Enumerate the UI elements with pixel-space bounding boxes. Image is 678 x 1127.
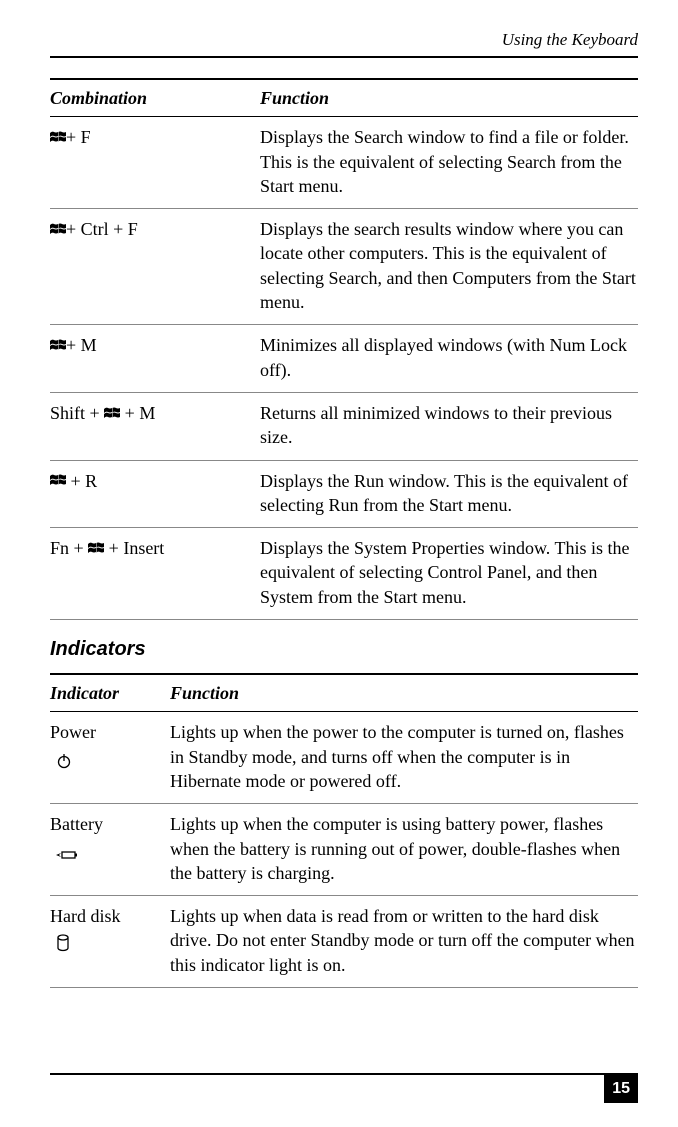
function-cell: Displays the Search window to find a fil… — [260, 125, 638, 198]
combo-prefix: Shift + — [50, 403, 104, 423]
table-row: Battery Lights up when the computer is u… — [50, 804, 638, 896]
table2-header-row: Indicator Function — [50, 673, 638, 712]
table1-header-function: Function — [260, 86, 638, 110]
combo-text: + R — [66, 471, 97, 491]
combo-cell: Shift + + M — [50, 401, 260, 450]
windows-key-icon — [50, 126, 66, 150]
table-row: + F Displays the Search window to find a… — [50, 117, 638, 209]
combo-text: + Insert — [104, 538, 164, 558]
page-header: Using the Keyboard — [50, 30, 638, 58]
combo-cell: + R — [50, 469, 260, 518]
indicator-label: Battery — [50, 812, 170, 836]
windows-key-icon — [50, 218, 66, 242]
table-row: + R Displays the Run window. This is the… — [50, 461, 638, 529]
table-row: Power Lights up when the power to the co… — [50, 712, 638, 804]
function-cell: Minimizes all displayed windows (with Nu… — [260, 333, 638, 382]
windows-key-icon — [104, 402, 120, 426]
function-cell: Lights up when the power to the computer… — [170, 720, 638, 793]
combo-cell: Fn + + Insert — [50, 536, 260, 609]
function-cell: Lights up when data is read from or writ… — [170, 904, 638, 977]
table-row: + M Minimizes all displayed windows (wit… — [50, 325, 638, 393]
harddisk-icon — [56, 934, 70, 958]
indicator-cell: Hard disk — [50, 904, 170, 977]
table2-header-function: Function — [170, 681, 638, 705]
table-row: + Ctrl + F Displays the search results w… — [50, 209, 638, 325]
footer-rule — [50, 1073, 638, 1075]
combo-text: + M — [66, 335, 97, 355]
function-cell: Returns all minimized windows to their p… — [260, 401, 638, 450]
windows-key-icon — [50, 469, 66, 493]
function-cell: Displays the search results window where… — [260, 217, 638, 314]
table-row: Hard disk Lights up when data is read fr… — [50, 896, 638, 988]
indicator-cell: Battery — [50, 812, 170, 885]
page-number: 15 — [604, 1075, 638, 1103]
table1-header-combination: Combination — [50, 86, 260, 110]
battery-icon — [56, 843, 78, 867]
function-cell: Displays the Run window. This is the equ… — [260, 469, 638, 518]
power-icon — [56, 751, 72, 775]
table1-header-row: Combination Function — [50, 78, 638, 117]
combo-prefix: Fn + — [50, 538, 88, 558]
table-row: Shift + + M Returns all minimized window… — [50, 393, 638, 461]
windows-key-icon — [50, 334, 66, 358]
combo-cell: + M — [50, 333, 260, 382]
function-cell: Lights up when the computer is using bat… — [170, 812, 638, 885]
combo-text: + F — [66, 127, 91, 147]
combo-cell: + F — [50, 125, 260, 198]
indicator-cell: Power — [50, 720, 170, 793]
combo-text: + Ctrl + F — [66, 219, 138, 239]
windows-key-icon — [88, 537, 104, 561]
table2-header-indicator: Indicator — [50, 681, 170, 705]
indicators-heading: Indicators — [50, 638, 638, 661]
combo-cell: + Ctrl + F — [50, 217, 260, 314]
indicator-label: Hard disk — [50, 904, 170, 928]
indicator-label: Power — [50, 720, 170, 744]
function-cell: Displays the System Properties window. T… — [260, 536, 638, 609]
table-row: Fn + + Insert Displays the System Proper… — [50, 528, 638, 620]
combo-text: + M — [120, 403, 155, 423]
